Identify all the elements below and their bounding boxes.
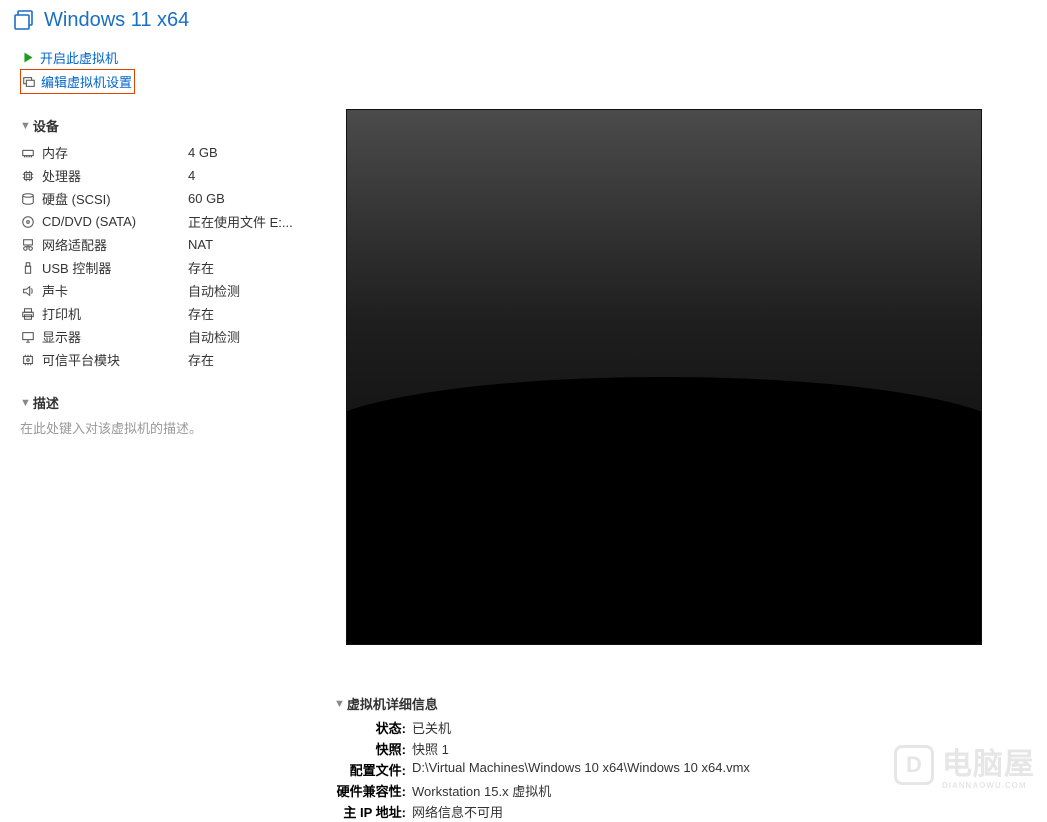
device-row[interactable]: 处理器4	[20, 164, 300, 187]
vm-details-title: 虚拟机详细信息	[347, 694, 438, 713]
device-name: 内存	[42, 143, 188, 162]
devices-section: ▼ 设备 内存4 GB处理器4硬盘 (SCSI)60 GBCD/DVD (SAT…	[20, 116, 300, 371]
details-row: 配置文件: D:\Virtual Machines\Windows 10 x64\…	[334, 759, 1021, 780]
device-name: USB 控制器	[42, 258, 188, 277]
details-row: 快照: 快照 1	[334, 738, 1021, 759]
edit-settings-link[interactable]: 编辑虚拟机设置	[21, 70, 132, 93]
device-value: 正在使用文件 E:...	[188, 212, 293, 231]
page-title: Windows 11 x64	[44, 9, 189, 32]
device-name: 显示器	[42, 327, 188, 346]
settings-icon	[21, 74, 37, 90]
caret-down-icon: ▼	[334, 698, 345, 710]
caret-down-icon: ▼	[20, 397, 31, 409]
disk-icon	[20, 191, 36, 207]
main-panel: ▼ 虚拟机详细信息 状态: 已关机快照: 快照 1 配置文件: D:\Virtual M…	[320, 40, 1047, 822]
details-row: 主 IP 地址: 网络信息不可用	[334, 801, 1021, 822]
details-value: 网络信息不可用	[412, 802, 503, 821]
device-value: 存在	[188, 304, 214, 323]
devices-title: 设备	[33, 116, 59, 135]
details-label: 状态:	[334, 718, 406, 737]
device-value: NAT	[188, 237, 213, 252]
sidebar: 开启此虚拟机 编辑虚拟机设置 ▼ 设备 内存4 GB处理器4硬盘	[0, 40, 320, 822]
vm-tab-icon	[12, 8, 36, 32]
device-value: 存在	[188, 258, 214, 277]
device-row[interactable]: 内存4 GB	[20, 141, 300, 164]
cpu-icon	[20, 168, 36, 184]
device-name: 可信平台模块	[42, 350, 188, 369]
device-row[interactable]: 硬盘 (SCSI)60 GB	[20, 187, 300, 210]
vm-details-header[interactable]: ▼ 虚拟机详细信息	[334, 694, 1021, 713]
device-name: CD/DVD (SATA)	[42, 214, 188, 229]
sound-icon	[20, 283, 36, 299]
device-name: 硬盘 (SCSI)	[42, 189, 188, 208]
details-row: 硬件兼容性: Workstation 15.x 虚拟机	[334, 780, 1021, 801]
description-title: 描述	[33, 393, 59, 412]
details-row: 状态: 已关机	[334, 717, 1021, 738]
device-row[interactable]: 打印机存在	[20, 302, 300, 325]
device-value: 存在	[188, 350, 214, 369]
device-value: 4	[188, 168, 195, 183]
device-value: 自动检测	[188, 327, 240, 346]
device-row[interactable]: 显示器自动检测	[20, 325, 300, 348]
device-name: 声卡	[42, 281, 188, 300]
title-bar: Windows 11 x64	[0, 0, 1047, 40]
details-value: D:\Virtual Machines\Windows 10 x64\Windo…	[412, 760, 750, 779]
device-name: 网络适配器	[42, 235, 188, 254]
details-value: 已关机	[412, 718, 451, 737]
description-placeholder[interactable]: 在此处键入对该虚拟机的描述。	[20, 418, 300, 437]
device-row[interactable]: 网络适配器NAT	[20, 233, 300, 256]
edit-settings-label: 编辑虚拟机设置	[41, 72, 132, 91]
printer-icon	[20, 306, 36, 322]
details-label: 快照:	[334, 739, 406, 758]
device-value: 自动检测	[188, 281, 240, 300]
devices-header[interactable]: ▼ 设备	[20, 116, 300, 135]
description-section: ▼ 描述 在此处键入对该虚拟机的描述。	[20, 393, 300, 437]
details-value: Workstation 15.x 虚拟机	[412, 781, 551, 800]
device-row[interactable]: 可信平台模块存在	[20, 348, 300, 371]
details-value: 快照 1	[412, 739, 449, 758]
disc-icon	[20, 214, 36, 230]
vm-details-section: ▼ 虚拟机详细信息 状态: 已关机快照: 快照 1 配置文件: D:\Virtual M…	[334, 694, 1021, 822]
usb-icon	[20, 260, 36, 276]
device-name: 处理器	[42, 166, 188, 185]
power-on-link[interactable]: 开启此虚拟机	[20, 46, 300, 69]
description-header[interactable]: ▼ 描述	[20, 393, 300, 412]
tpm-icon	[20, 352, 36, 368]
edit-settings-highlight: 编辑虚拟机设置	[20, 69, 135, 94]
vm-preview-thumbnail[interactable]	[347, 110, 981, 644]
caret-down-icon: ▼	[20, 120, 31, 132]
power-on-label: 开启此虚拟机	[40, 48, 118, 67]
memory-icon	[20, 145, 36, 161]
details-label: 硬件兼容性:	[334, 781, 406, 800]
display-icon	[20, 329, 36, 345]
device-value: 60 GB	[188, 191, 225, 206]
device-row[interactable]: CD/DVD (SATA)正在使用文件 E:...	[20, 210, 300, 233]
play-icon	[20, 50, 36, 66]
network-icon	[20, 237, 36, 253]
details-label: 配置文件:	[334, 760, 406, 779]
device-value: 4 GB	[188, 145, 218, 160]
device-row[interactable]: USB 控制器存在	[20, 256, 300, 279]
device-name: 打印机	[42, 304, 188, 323]
details-label: 主 IP 地址:	[334, 802, 406, 821]
device-row[interactable]: 声卡自动检测	[20, 279, 300, 302]
